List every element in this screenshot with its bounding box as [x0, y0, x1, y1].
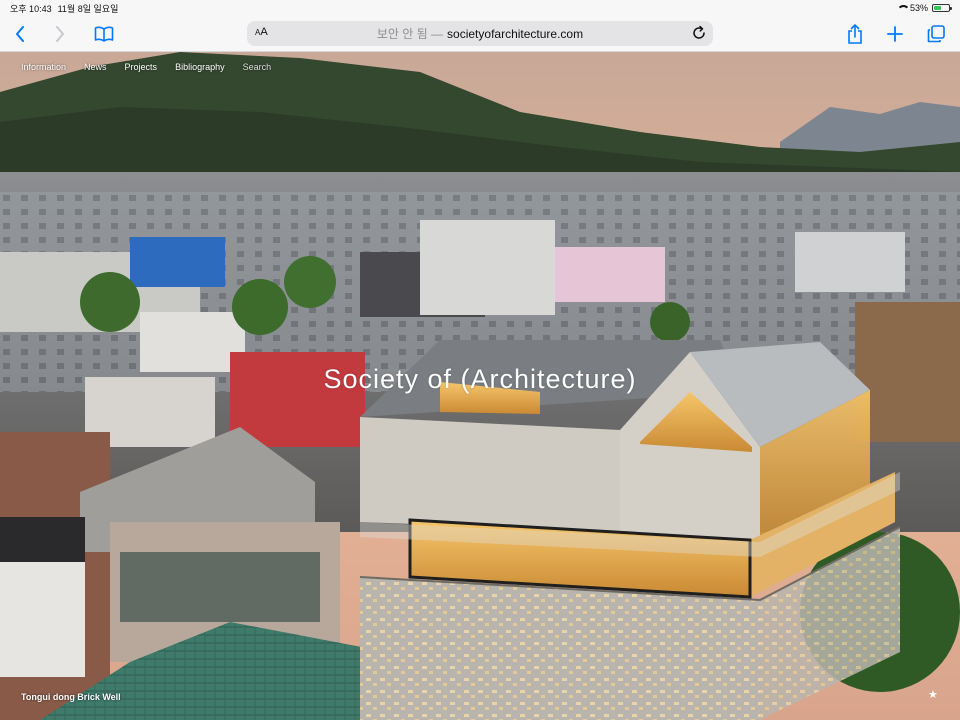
- battery-fill: [934, 6, 942, 10]
- browser-toolbar: AAAA 보안 안 됨 — societyofarchitecture.com: [0, 16, 960, 52]
- insecure-label: 보안 안 됨 —: [376, 27, 444, 41]
- forward-button[interactable]: [48, 16, 72, 52]
- reload-icon: [693, 25, 705, 39]
- book-icon: [94, 26, 114, 42]
- hero-section: Information News Projects Bibliography S…: [0, 52, 960, 720]
- nav-information[interactable]: Information: [12, 60, 75, 74]
- site-nav: Information News Projects Bibliography S…: [12, 60, 280, 74]
- project-caption[interactable]: Tongui dong Brick Well: [21, 692, 121, 702]
- bookmarks-button[interactable]: [92, 16, 116, 52]
- chevron-right-icon: [56, 26, 64, 42]
- new-tab-button[interactable]: [882, 16, 908, 52]
- tabs-button[interactable]: [922, 16, 950, 52]
- status-time: 오후 10:43: [10, 3, 52, 14]
- plus-icon: [887, 26, 903, 42]
- share-button[interactable]: [842, 16, 868, 52]
- status-date: 11월 8일 일요일: [57, 3, 119, 14]
- battery-percent: 53%: [909, 3, 928, 13]
- star-icon[interactable]: ★: [928, 688, 938, 701]
- address-bar[interactable]: AAAA 보안 안 됨 — societyofarchitecture.com: [247, 21, 713, 46]
- nav-projects[interactable]: Projects: [116, 60, 167, 74]
- share-icon: [848, 24, 862, 44]
- status-left: 오후 10:43 11월 8일 일요일: [10, 2, 118, 15]
- site-title[interactable]: Society of (Architecture): [0, 364, 960, 395]
- chevron-left-icon: [16, 26, 24, 42]
- status-bar: 오후 10:43 11월 8일 일요일 53%: [0, 0, 960, 16]
- nav-bibliography[interactable]: Bibliography: [166, 60, 234, 74]
- tabs-icon: [927, 25, 945, 43]
- battery-icon: [932, 4, 952, 12]
- nav-search[interactable]: Search: [234, 60, 281, 74]
- nav-news[interactable]: News: [75, 60, 116, 74]
- back-button[interactable]: [8, 16, 32, 52]
- reload-button[interactable]: [691, 25, 707, 41]
- status-right: 53%: [896, 3, 952, 13]
- url-text: societyofarchitecture.com: [447, 26, 584, 41]
- reader-aa-button[interactable]: AAAA: [255, 26, 268, 38]
- wifi-icon: [896, 4, 910, 12]
